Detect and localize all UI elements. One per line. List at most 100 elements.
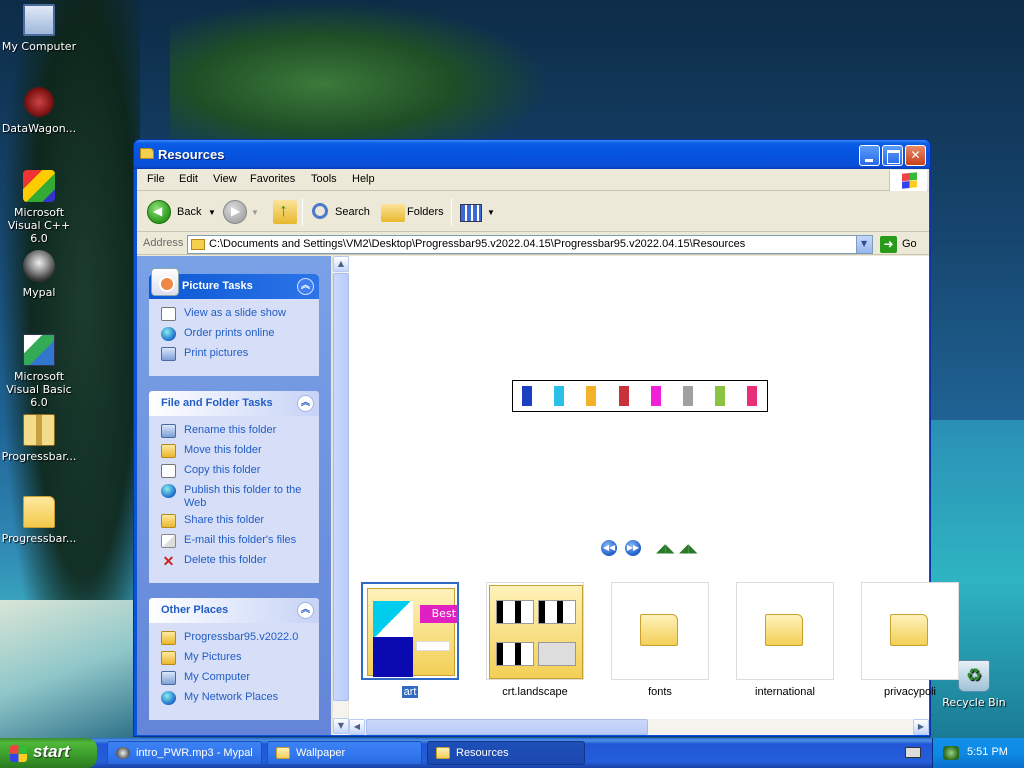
desktop-icon-my-computer[interactable]: My Computer xyxy=(0,4,78,53)
next-image-button[interactable]: ▶▶ xyxy=(625,540,641,556)
address-input[interactable]: C:\Documents and Settings\VM2\Desktop\Pr… xyxy=(187,235,873,254)
desktop-icon-datawagon[interactable]: DataWagon... xyxy=(0,86,78,135)
scroll-up-button[interactable]: ▲ xyxy=(333,256,349,272)
start-label: start xyxy=(33,742,70,761)
place-parent-folder[interactable]: Progressbar95.v2022.0 xyxy=(161,631,309,651)
menu-view[interactable]: View xyxy=(213,173,237,185)
scroll-left-button[interactable]: ◀ xyxy=(349,719,365,735)
visual-basic-icon xyxy=(23,334,55,366)
desktop-icon-mypal[interactable]: Mypal xyxy=(0,250,78,299)
desktop-icon-progressbar-zip[interactable]: Progressbar... xyxy=(0,414,78,463)
task-email-files[interactable]: E-mail this folder's files xyxy=(161,534,309,554)
thumbnail-label: privacypoli xyxy=(884,686,936,698)
scroll-thumb[interactable] xyxy=(333,273,349,701)
back-arrow-icon xyxy=(147,200,171,224)
task-share-folder[interactable]: Share this folder xyxy=(161,514,309,534)
task-label: Share this folder xyxy=(184,514,265,526)
title-bar[interactable]: Resources ✕ xyxy=(134,140,930,169)
collapse-icon[interactable]: ︽ xyxy=(297,278,314,295)
task-order-prints[interactable]: Order prints online xyxy=(161,327,309,347)
start-button[interactable]: start xyxy=(0,738,97,768)
rotate-clockwise-icon[interactable]: ◢◣ xyxy=(656,540,674,556)
place-network-places[interactable]: My Network Places xyxy=(161,691,309,711)
copy-icon xyxy=(161,464,176,478)
folder-icon xyxy=(161,631,176,645)
file-folder-tasks-header[interactable]: File and Folder Tasks ︽ xyxy=(149,391,319,416)
other-places-header[interactable]: Other Places ︽ xyxy=(149,598,319,623)
previous-image-button[interactable]: ◀◀ xyxy=(601,540,617,556)
task-view-slideshow[interactable]: View as a slide show xyxy=(161,307,309,327)
chevron-down-icon[interactable]: ▼ xyxy=(208,208,216,217)
order-prints-icon xyxy=(161,327,176,341)
place-my-computer[interactable]: My Computer xyxy=(161,671,309,691)
panel-body: View as a slide show Order prints online… xyxy=(149,299,319,375)
network-tray-icon[interactable] xyxy=(943,746,959,760)
preview-color-bar xyxy=(650,386,661,406)
folder-icon xyxy=(23,496,55,528)
collapse-icon[interactable]: ︽ xyxy=(297,602,314,619)
search-button[interactable]: Search xyxy=(307,197,371,227)
clock[interactable]: 5:51 PM xyxy=(967,746,1008,758)
thumbnail-label: international xyxy=(755,686,815,698)
maximize-button[interactable] xyxy=(882,145,903,166)
taskbar-button-label: Wallpaper xyxy=(296,747,346,759)
desktop-icon-visual-basic[interactable]: Microsoft Visual Basic 6.0 xyxy=(0,334,78,409)
desktop-icon-label: Microsoft Visual C++ 6.0 xyxy=(7,206,71,245)
task-rename-folder[interactable]: Rename this folder xyxy=(161,424,309,444)
keyboard-icon[interactable] xyxy=(905,747,921,758)
forward-button[interactable]: ▼ xyxy=(221,197,261,227)
collapse-icon[interactable]: ︽ xyxy=(297,395,314,412)
desktop-icon-visual-cpp[interactable]: Microsoft Visual C++ 6.0 xyxy=(0,170,78,245)
windows-logo-icon xyxy=(889,170,927,191)
preview-color-bar xyxy=(586,386,597,406)
menu-help[interactable]: Help xyxy=(352,173,375,185)
desktop-icon-progressbar-folder[interactable]: Progressbar... xyxy=(0,496,78,545)
visual-cpp-icon xyxy=(23,170,55,202)
task-label: Publish this folder to the Web xyxy=(184,484,302,509)
up-folder-button[interactable] xyxy=(271,197,299,227)
menu-favorites[interactable]: Favorites xyxy=(250,173,295,185)
up-folder-icon xyxy=(273,200,297,224)
thumbnail-frame xyxy=(611,582,709,680)
back-button[interactable]: Back ▼ xyxy=(145,197,216,227)
image-preview xyxy=(512,380,768,412)
chevron-down-icon[interactable]: ▼ xyxy=(251,208,259,217)
task-label: View as a slide show xyxy=(184,307,286,319)
thumbnail-frame: Best xyxy=(361,582,459,680)
vertical-scrollbar[interactable]: ▲ ▼ xyxy=(332,256,349,735)
folder-icon xyxy=(276,747,290,759)
folders-button[interactable]: Folders xyxy=(379,197,447,227)
task-print-pictures[interactable]: Print pictures xyxy=(161,347,309,367)
place-my-pictures[interactable]: My Pictures xyxy=(161,651,309,671)
taskbar-button-resources[interactable]: Resources xyxy=(427,741,585,765)
place-label: My Network Places xyxy=(184,691,279,703)
taskbar-button-wallpaper[interactable]: Wallpaper xyxy=(267,741,422,765)
task-publish-folder[interactable]: Publish this folder to the Web xyxy=(161,484,309,514)
datawagon-icon xyxy=(23,86,55,118)
views-button[interactable]: ▼ xyxy=(457,197,497,227)
window-client: File Edit View Favorites Tools Help Back… xyxy=(137,169,959,735)
rotate-counterclockwise-icon[interactable]: ◢◣ xyxy=(679,540,697,556)
picture-tasks-header[interactable]: Picture Tasks ︽ xyxy=(149,268,319,299)
close-button[interactable]: ✕ xyxy=(905,145,926,166)
scroll-right-button[interactable]: ▶ xyxy=(913,719,929,735)
scroll-down-button[interactable]: ▼ xyxy=(333,718,349,734)
toolbar: Back ▼ ▼ Search Folders ▼ xyxy=(137,192,929,232)
task-delete-folder[interactable]: Delete this folder xyxy=(161,554,309,574)
go-button[interactable]: ➜ Go xyxy=(878,235,928,254)
scroll-thumb[interactable] xyxy=(366,719,648,735)
search-label: Search xyxy=(335,206,370,218)
menu-file[interactable]: File xyxy=(147,173,165,185)
menu-tools[interactable]: Tools xyxy=(311,173,337,185)
folder-icon xyxy=(890,614,928,646)
chevron-down-icon[interactable]: ▼ xyxy=(487,208,495,217)
panel-body: Progressbar95.v2022.0 My Pictures My Com… xyxy=(149,623,319,719)
horizontal-scrollbar[interactable]: ◀ ▶ xyxy=(349,719,929,735)
address-dropdown-button[interactable] xyxy=(856,236,872,253)
menu-edit[interactable]: Edit xyxy=(179,173,198,185)
crt-folder-preview xyxy=(489,585,583,679)
taskbar-button-mypal[interactable]: intro_PWR.mp3 - Mypal xyxy=(107,741,262,765)
task-copy-folder[interactable]: Copy this folder xyxy=(161,464,309,484)
minimize-button[interactable] xyxy=(859,145,880,166)
task-move-folder[interactable]: Move this folder xyxy=(161,444,309,464)
